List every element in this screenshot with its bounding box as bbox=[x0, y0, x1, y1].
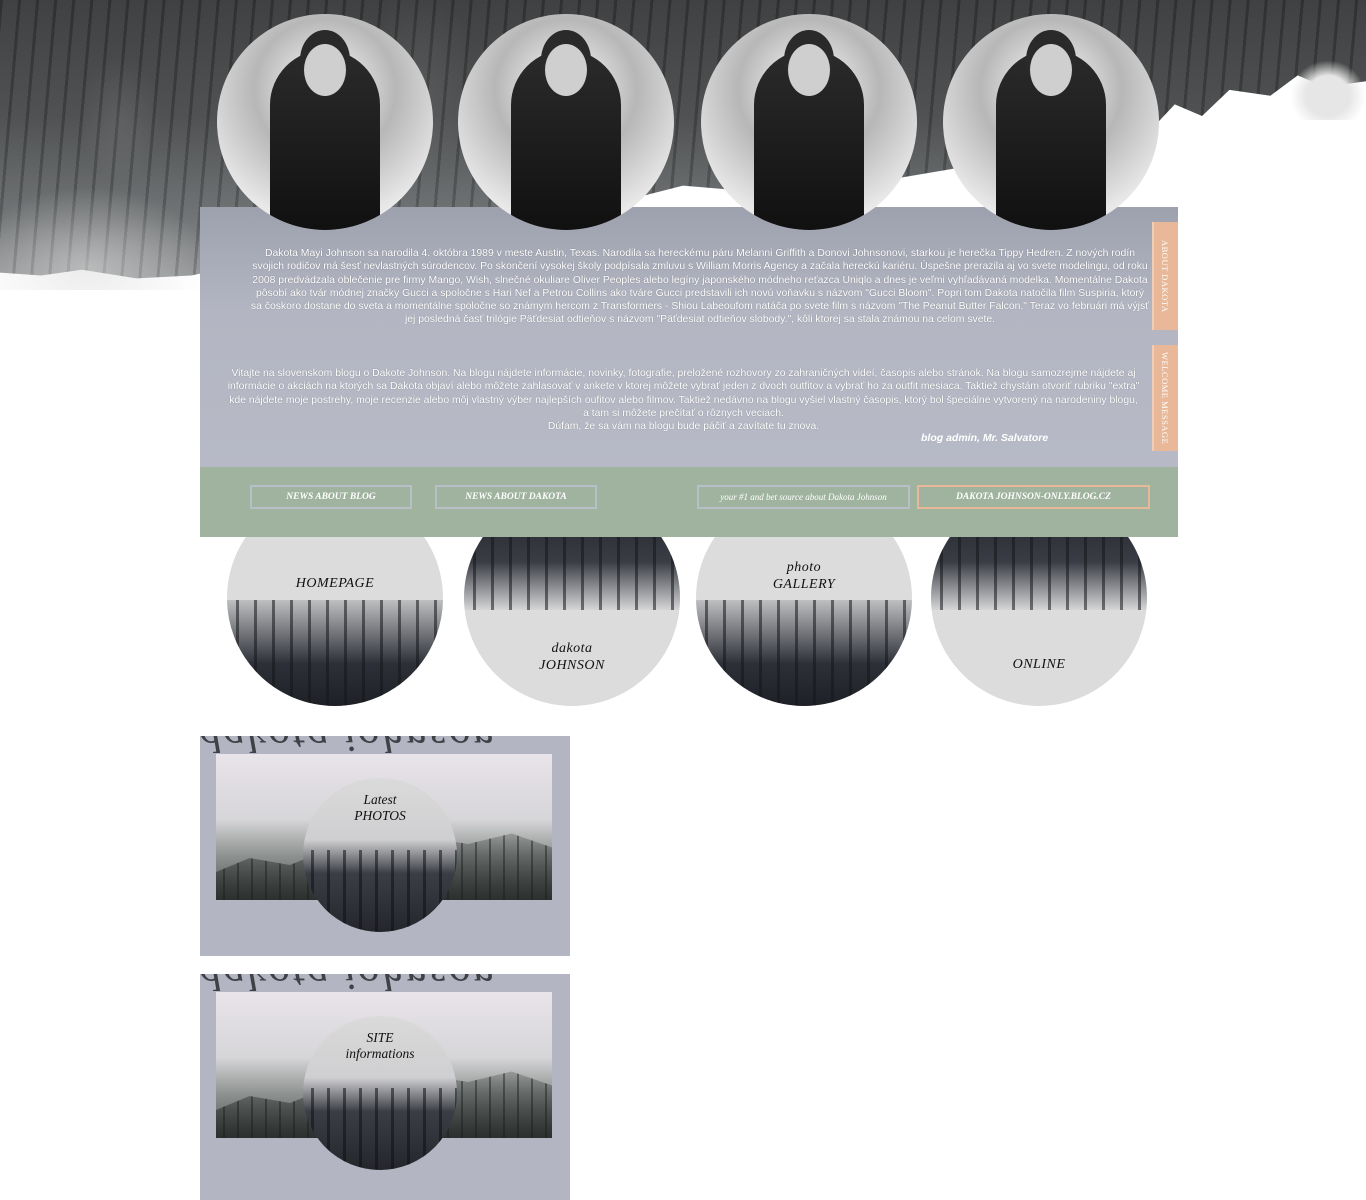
menu-dakota-label-1: dakota bbox=[551, 641, 593, 656]
welcome-message-text: Vitajte na slovenskom blogu o Dakote Joh… bbox=[226, 367, 1141, 433]
site-info-line1: SITE bbox=[366, 1030, 394, 1045]
welcome-closing: Dúfam, že sa vám na blogu bude páčiť a z… bbox=[547, 421, 820, 433]
portrait-2 bbox=[458, 14, 674, 230]
latest-photos-line1: Latest bbox=[363, 792, 397, 807]
menu-gallery-label-1: photo bbox=[786, 560, 822, 575]
tab-about-dakota[interactable]: ABOUT DAKOTA bbox=[1152, 222, 1178, 330]
nav-strip: NEWS ABOUT BLOG NEWS ABOUT DAKOTA your #… bbox=[200, 467, 1178, 537]
news-about-blog-button[interactable]: NEWS ABOUT BLOG bbox=[250, 485, 412, 509]
portrait-4 bbox=[943, 14, 1159, 230]
welcome-body: Vitajte na slovenskom blogu o Dakote Joh… bbox=[227, 368, 1140, 419]
latest-photos-box: dakota johnson Latest PHOTOS bbox=[200, 736, 570, 956]
menu-homepage-label: HOMEPAGE bbox=[295, 576, 375, 591]
latest-photos-line2: PHOTOS bbox=[354, 808, 406, 823]
forest-graphic bbox=[696, 600, 912, 706]
box-circle-image: Latest PHOTOS bbox=[303, 778, 457, 932]
signature: blog admin, Mr. Salvatore bbox=[921, 432, 1049, 444]
portrait-3 bbox=[701, 14, 917, 230]
header-mist bbox=[0, 180, 220, 290]
menu-online-label: ONLINE bbox=[1012, 657, 1066, 672]
menu-dakota-label-2: JOHNSON bbox=[539, 658, 605, 673]
site-informations-box: dakota johnson SITE informations bbox=[200, 974, 570, 1200]
portrait-1 bbox=[217, 14, 433, 230]
news-about-dakota-button[interactable]: NEWS ABOUT DAKOTA bbox=[435, 485, 597, 509]
info-panel: Dakota Mayi Johnson sa narodila 4. októb… bbox=[200, 207, 1178, 467]
tab-welcome-message[interactable]: WELCOME MESSAGE bbox=[1152, 345, 1178, 451]
header-snow-patch bbox=[1290, 60, 1366, 120]
forest-graphic bbox=[227, 600, 443, 706]
about-dakota-text: Dakota Mayi Johnson sa narodila 4. októb… bbox=[250, 248, 1150, 326]
tagline-box: your #1 and bet source about Dakota John… bbox=[697, 485, 910, 509]
site-informations-title: SITE informations bbox=[303, 1030, 457, 1062]
latest-photos-title: Latest PHOTOS bbox=[303, 792, 457, 824]
site-info-line2: informations bbox=[345, 1046, 415, 1061]
menu-gallery-label-2: GALLERY bbox=[772, 577, 836, 592]
box-circle-image: SITE informations bbox=[303, 1016, 457, 1170]
site-url-button[interactable]: DAKOTA JOHNSON-ONLY.BLOG.CZ bbox=[917, 485, 1150, 509]
